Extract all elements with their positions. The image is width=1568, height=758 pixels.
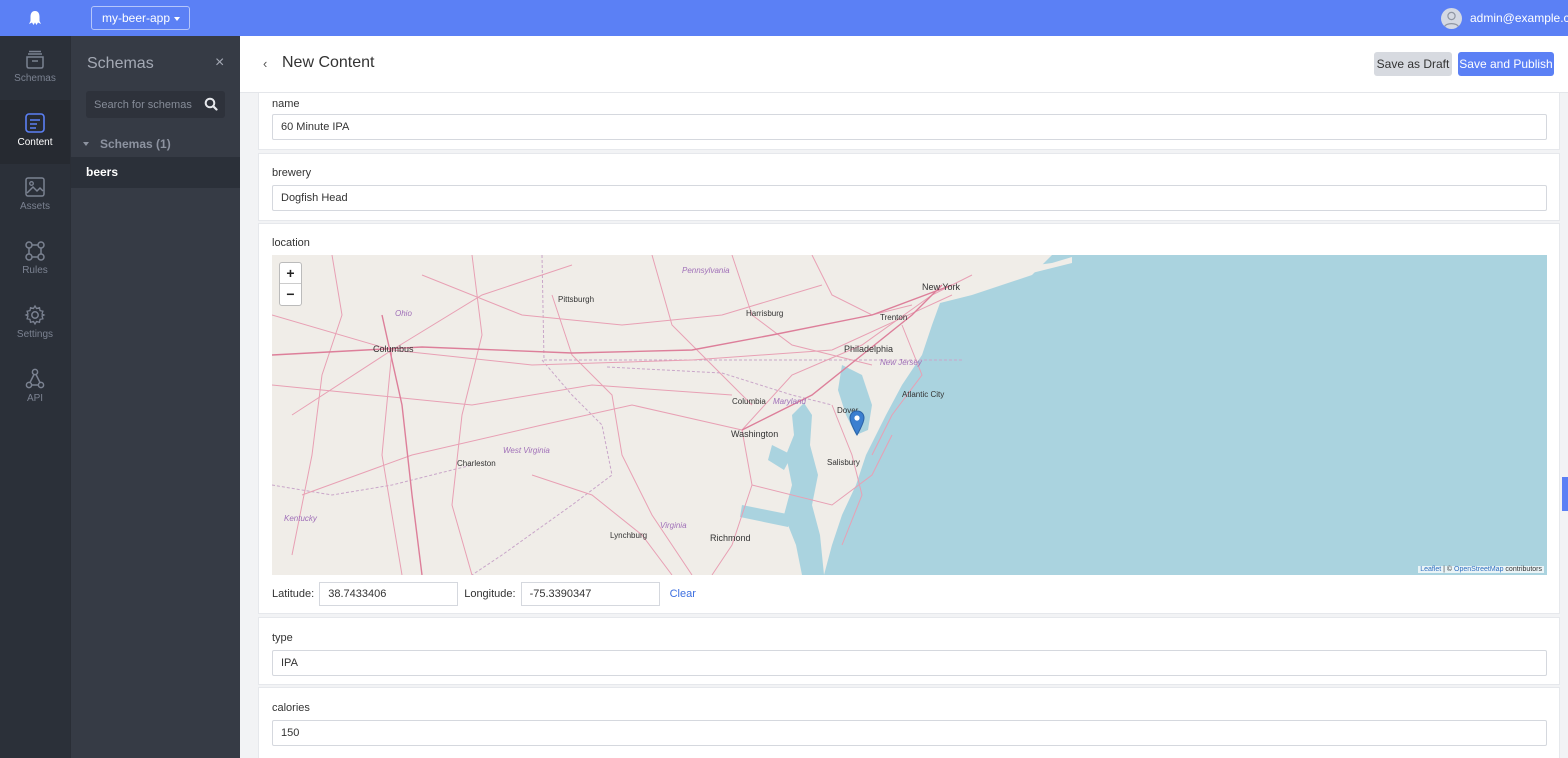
api-icon [25,368,45,389]
content-header: ‹ New Content Save as Draft Save and Pub… [240,36,1568,93]
user-email: admin@example.com [1470,11,1568,25]
map-label-lynchburg: Lynchburg [610,531,647,540]
map-label-pittsburgh: Pittsburgh [558,295,594,304]
avatar [1441,7,1462,29]
map-label-columbus: Columbus [373,344,414,354]
map-label-washington: Washington [731,429,778,439]
nav-item-label: Schemas [14,73,56,84]
brewery-input[interactable] [272,185,1547,211]
osm-link[interactable]: OpenStreetMap [1454,566,1503,573]
nav-item-schemas[interactable]: Schemas [0,36,70,100]
search-icon[interactable] [204,97,218,114]
top-bar: my-beer-app admin@example.com [0,0,1568,36]
content-icon [25,113,45,133]
map-label-richmond: Richmond [710,533,751,543]
schemas-icon [26,50,44,69]
settings-icon [24,304,46,326]
leaflet-link[interactable]: Leaflet [1420,566,1441,573]
attribution-tail: contributors [1505,566,1542,573]
schema-search [86,91,225,118]
calories-input[interactable] [272,720,1547,746]
rules-icon [25,241,45,261]
name-input[interactable] [272,114,1547,140]
content-form[interactable]: name brewery location [240,93,1568,758]
latitude-input[interactable] [319,582,459,606]
map-label-west-virginia: West Virginia [503,446,550,455]
type-input[interactable] [272,650,1547,676]
attribution-separator: | © [1443,566,1453,573]
field-label: calories [272,702,310,714]
map-label-new-jersey: New Jersey [880,358,923,367]
save-and-publish-button[interactable]: Save and Publish [1458,52,1554,76]
nav-item-rules[interactable]: Rules [0,228,70,292]
nav-item-api[interactable]: API [0,356,70,420]
nav-item-label: Settings [16,329,54,340]
field-location: location New York Philadelphia Washingto… [258,223,1560,614]
field-name: name [258,93,1560,150]
map-attribution: Leaflet | © OpenStreetMap contributors [1418,566,1544,573]
nav-item-settings[interactable]: Settings [0,292,70,356]
schemas-panel: Schemas × Schemas (1) beers [70,36,240,758]
map-label-columbia: Columbia [732,397,766,406]
coordinates-row: Latitude: Longitude: Clear [272,581,696,607]
nav-item-label: Content [17,137,53,148]
latitude-label: Latitude: [272,588,315,600]
nav-item-label: Rules [22,265,48,276]
zoom-in-button[interactable]: + [280,263,301,284]
nav-item-label: API [26,393,44,404]
map-zoom-control: + − [279,262,302,306]
map-label-trenton: Trenton [880,313,907,322]
field-calories: calories [258,687,1560,758]
page-title: New Content [282,54,375,71]
map-label-atlantic-city: Atlantic City [902,390,944,399]
map-label-pennsylvania: Pennsylvania [682,266,730,275]
save-as-draft-button[interactable]: Save as Draft [1374,52,1452,76]
assets-icon [25,177,45,197]
map-label-kentucky: Kentucky [284,514,318,523]
map-label-charleston: Charleston [457,459,496,468]
field-label: location [272,237,310,249]
longitude-input[interactable] [520,582,660,606]
back-icon[interactable]: ‹ [263,56,267,71]
caret-down-icon [174,17,180,21]
panel-title: Schemas [87,55,154,72]
clear-location-link[interactable]: Clear [670,588,696,600]
app-logo-icon[interactable] [0,0,70,36]
main-navigation: Schemas Content Assets Rules Settings AP… [0,36,70,758]
map-label-salisbury: Salisbury [827,458,860,467]
field-brewery: brewery [258,153,1560,221]
nav-item-assets[interactable]: Assets [0,164,70,228]
map-label-new-york: New York [922,282,961,292]
scrollbar-thumb[interactable] [1562,477,1568,511]
zoom-out-button[interactable]: − [280,284,301,305]
field-type: type [258,617,1560,685]
app-selector[interactable]: my-beer-app [91,6,190,30]
location-map[interactable]: New York Philadelphia Washington Columbu… [272,255,1547,575]
app-selector-label: my-beer-app [102,11,171,25]
map-label-harrisburg: Harrisburg [746,309,783,318]
nav-item-label: Assets [19,201,50,212]
schema-item-beers[interactable]: beers [71,157,240,188]
nav-item-content[interactable]: Content [0,100,70,164]
field-label: brewery [272,167,312,179]
map-label-maryland: Maryland [773,397,806,406]
longitude-label: Longitude: [464,588,516,600]
schema-group-toggle[interactable]: Schemas (1) [83,137,171,151]
schema-group-label: Schemas (1) [100,137,171,151]
caret-down-icon [83,142,89,146]
field-label: name [272,98,300,110]
map-tiles: New York Philadelphia Washington Columbu… [272,255,1547,575]
map-label-virginia: Virginia [660,521,687,530]
search-input[interactable] [86,91,196,118]
map-label-ohio: Ohio [395,309,412,318]
field-label: type [272,632,293,644]
user-menu[interactable]: admin@example.com [1441,7,1568,29]
map-label-philadelphia: Philadelphia [844,344,893,354]
close-icon[interactable]: × [215,55,224,71]
